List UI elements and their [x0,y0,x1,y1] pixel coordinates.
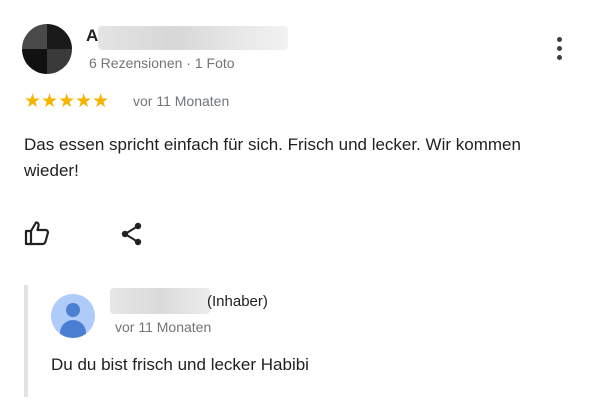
reply-age: vor 11 Monaten [115,319,212,335]
review-age: vor 11 Monaten [133,93,230,109]
more-vert-icon[interactable] [550,37,568,65]
reviewer-avatar[interactable] [22,24,72,74]
share-icon[interactable] [119,221,145,247]
star-rating: ★★★★★ [24,91,110,112]
reply-divider [24,285,28,397]
redacted-name-blur [98,26,288,50]
redacted-owner-name-blur [110,288,210,314]
thumbs-up-icon[interactable] [23,219,51,247]
review-text: Das essen spricht einfach für sich. Fris… [24,135,521,180]
owner-role: (Inhaber) [207,293,268,310]
reviewer-name[interactable]: A [86,26,98,46]
person-icon[interactable] [51,294,95,338]
reviewer-meta[interactable]: 6 Rezensionen · 1 Foto [89,55,235,71]
reply-text: Du du bist frisch und lecker Habibi [51,355,309,374]
